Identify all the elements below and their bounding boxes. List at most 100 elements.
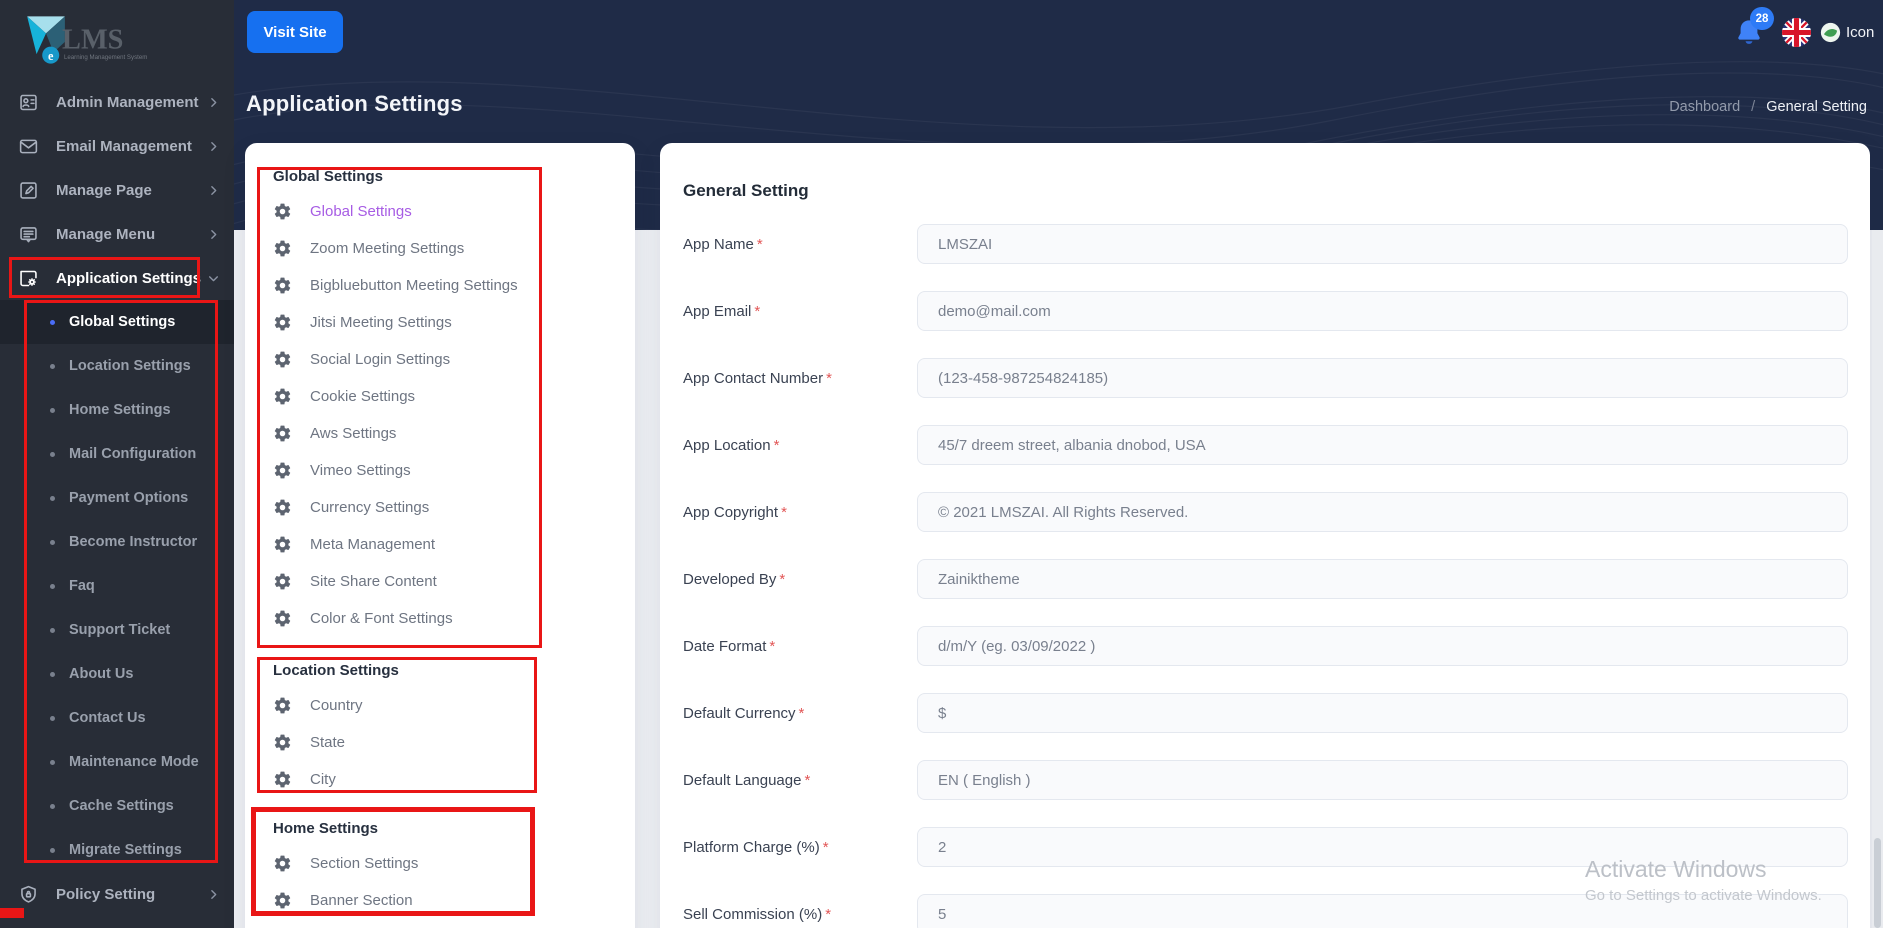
field-label: Default Currency * <box>683 704 805 722</box>
chevron-down-icon <box>207 272 220 285</box>
bullet-icon <box>50 803 55 809</box>
policy-setting-icon <box>18 883 42 905</box>
sidebar-item-manage-menu[interactable]: Manage Menu <box>0 212 234 256</box>
settings-nav-item-country[interactable]: Country <box>273 687 611 724</box>
sidebar-item-label: Contact Us <box>69 710 146 726</box>
visit-site-button[interactable]: Visit Site <box>247 11 343 53</box>
settings-nav-item-jitsi-meeting-settings[interactable]: Jitsi Meeting Settings <box>273 304 611 341</box>
sidebar-item-mail-configuration[interactable]: Mail Configuration <box>0 432 234 476</box>
settings-nav-item-social-login-settings[interactable]: Social Login Settings <box>273 341 611 378</box>
settings-nav-item-site-share-content[interactable]: Site Share Content <box>273 563 611 600</box>
sidebar-item-cache-settings[interactable]: Cache Settings <box>0 784 234 828</box>
sidebar-item-label: Policy Setting <box>56 885 156 903</box>
general-setting-card: General Setting App Name* App Email* App C… <box>660 143 1870 928</box>
user-menu[interactable]: Icon <box>1820 22 1874 43</box>
app-contact-number-input[interactable] <box>917 358 1848 398</box>
settings-nav-item-bigbluebutton-meeting-settings[interactable]: Bigbluebutton Meeting Settings <box>273 267 611 304</box>
language-flag-icon[interactable] <box>1782 18 1811 47</box>
sidebar-item-admin-management[interactable]: Admin Management <box>0 80 234 124</box>
developed-by-input[interactable] <box>917 559 1848 599</box>
settings-nav-group-location-settings: Location Settings Country State City <box>273 659 611 798</box>
field-label: App Copyright * <box>683 503 787 521</box>
sidebar-item-label: Home Settings <box>69 402 171 418</box>
sidebar-item-migrate-settings[interactable]: Migrate Settings <box>0 828 234 872</box>
gear-icon <box>273 696 293 715</box>
form-row-app-contact-number: App Contact Number * <box>683 358 1848 398</box>
sidebar-item-maintenance-mode[interactable]: Maintenance Mode <box>0 740 234 784</box>
settings-nav-group-title: Global Settings <box>273 168 384 185</box>
settings-nav-item-label: Country <box>310 697 363 714</box>
settings-nav-item-color-font-settings[interactable]: Color & Font Settings <box>273 600 611 637</box>
sidebar-item-label: Payment Options <box>69 490 189 506</box>
scrollbar-thumb[interactable] <box>1874 838 1881 928</box>
application-settings-icon <box>18 267 42 289</box>
field-label: App Contact Number * <box>683 369 832 387</box>
app-name-input[interactable] <box>917 224 1848 264</box>
chevron-right-icon <box>207 140 220 153</box>
gear-icon <box>273 854 293 873</box>
sidebar-item-label: Admin Management <box>56 93 199 111</box>
settings-nav-item-city[interactable]: City <box>273 761 611 798</box>
gear-icon <box>273 498 293 517</box>
sidebar-item-policy-setting[interactable]: Policy Setting <box>0 872 234 916</box>
settings-nav-item-banner-section[interactable]: Banner Section <box>273 882 611 919</box>
settings-nav-item-currency-settings[interactable]: Currency Settings <box>273 489 611 526</box>
settings-nav-item-vimeo-settings[interactable]: Vimeo Settings <box>273 452 611 489</box>
sidebar-item-faq[interactable]: Faq <box>0 564 234 608</box>
settings-nav-item-cookie-settings[interactable]: Cookie Settings <box>273 378 611 415</box>
app-email-input[interactable] <box>917 291 1848 331</box>
settings-nav-item-zoom-meeting-settings[interactable]: Zoom Meeting Settings <box>273 230 611 267</box>
form-row-app-email: App Email * <box>683 291 1848 331</box>
default-currency-input[interactable] <box>917 693 1848 733</box>
settings-nav-group-title: Home Settings <box>273 820 379 837</box>
sidebar-item-label: Global Settings <box>69 314 176 330</box>
gear-icon <box>273 387 293 406</box>
default-language-input[interactable] <box>917 760 1848 800</box>
settings-nav-item-label: State <box>310 734 346 751</box>
chevron-right-icon <box>207 228 220 241</box>
breadcrumb-current: General Setting <box>1766 99 1867 115</box>
breadcrumb-dashboard-link[interactable]: Dashboard <box>1669 99 1740 115</box>
sidebar-item-label: Faq <box>69 578 95 594</box>
breadcrumb: Dashboard / General Setting <box>1669 99 1867 115</box>
app-logo[interactable]: e LMS Learning Management System <box>0 0 234 80</box>
app-location-input[interactable] <box>917 425 1848 465</box>
sidebar-item-payment-options[interactable]: Payment Options <box>0 476 234 520</box>
scrollbar-track[interactable] <box>1872 230 1883 928</box>
sidebar-item-location-settings[interactable]: Location Settings <box>0 344 234 388</box>
settings-nav-item-section-settings[interactable]: Section Settings <box>273 845 611 882</box>
sidebar-item-about-us[interactable]: About Us <box>0 652 234 696</box>
gear-icon <box>273 239 293 258</box>
sidebar-item-manage-page[interactable]: Manage Page <box>0 168 234 212</box>
sidebar-item-application-settings[interactable]: Application Settings <box>0 256 234 300</box>
settings-nav-item-meta-management[interactable]: Meta Management <box>273 526 611 563</box>
manage-page-icon <box>18 179 42 201</box>
user-label: Icon <box>1846 24 1875 41</box>
settings-nav-item-label: Site Share Content <box>310 573 437 590</box>
sidebar-item-home-settings[interactable]: Home Settings <box>0 388 234 432</box>
settings-nav-item-state[interactable]: State <box>273 724 611 761</box>
settings-nav-item-label: Jitsi Meeting Settings <box>310 314 452 331</box>
gear-icon <box>273 350 293 369</box>
sidebar-item-contact-us[interactable]: Contact Us <box>0 696 234 740</box>
sidebar-item-label: Manage Menu <box>56 225 156 243</box>
sidebar-item-support-ticket[interactable]: Support Ticket <box>0 608 234 652</box>
date-format-input[interactable] <box>917 626 1848 666</box>
bullet-icon <box>50 627 55 633</box>
brand-name: LMS <box>62 25 123 56</box>
activate-windows-subtext: Go to Settings to activate Windows. <box>1585 887 1822 904</box>
gear-icon <box>273 276 293 295</box>
brand-tagline: Learning Management System <box>64 54 147 61</box>
settings-nav-item-label: Aws Settings <box>310 425 397 442</box>
field-label: Default Language * <box>683 771 811 789</box>
field-label: Developed By * <box>683 570 786 588</box>
sidebar-item-email-management[interactable]: Email Management <box>0 124 234 168</box>
settings-nav-item-label: Currency Settings <box>310 499 430 516</box>
sidebar-item-global-settings[interactable]: Global Settings <box>0 300 234 344</box>
settings-nav-item-global-settings[interactable]: Global Settings <box>273 193 611 230</box>
settings-nav-item-label: Vimeo Settings <box>310 462 411 479</box>
app-copyright-input[interactable] <box>917 492 1848 532</box>
sidebar-item-become-instructor[interactable]: Become Instructor <box>0 520 234 564</box>
field-label: App Name * <box>683 235 763 253</box>
settings-nav-item-aws-settings[interactable]: Aws Settings <box>273 415 611 452</box>
